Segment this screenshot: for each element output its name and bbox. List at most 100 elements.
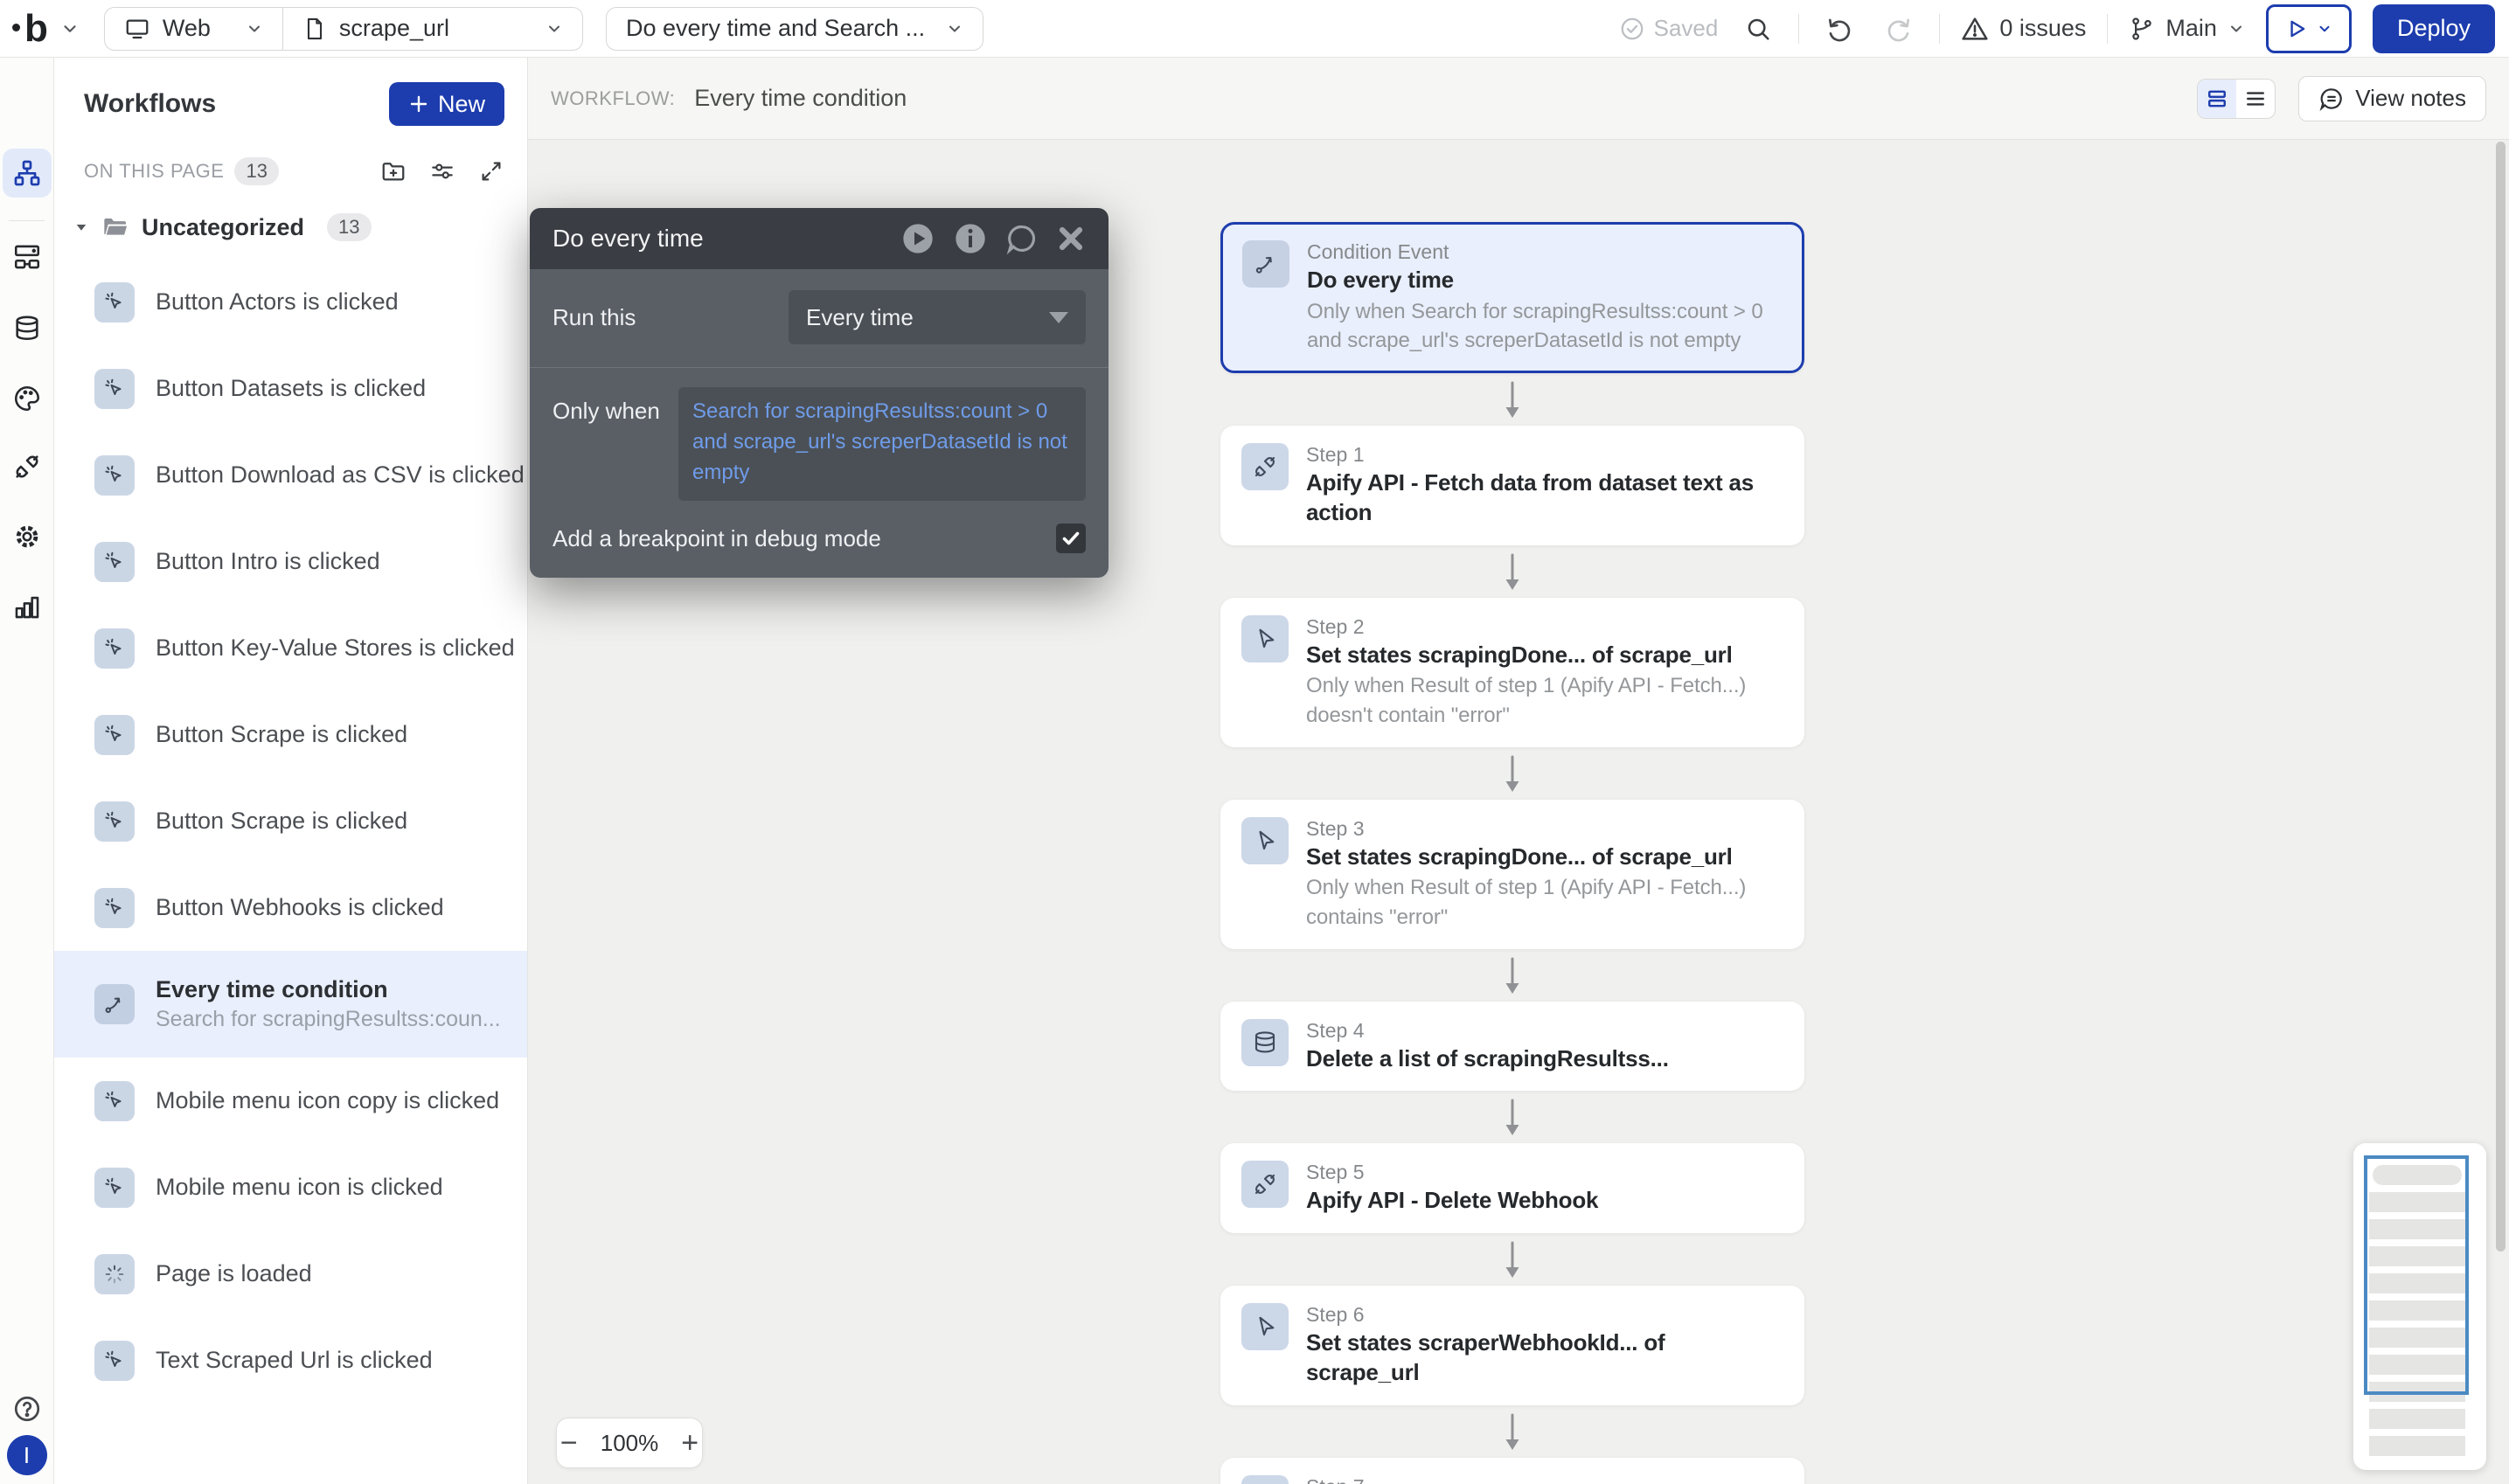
cursor-click-icon (102, 1349, 127, 1373)
card-view-toggle[interactable] (2198, 80, 2236, 118)
workflow-item-title: Button Datasets is clicked (156, 375, 426, 402)
cursor-click-icon (102, 550, 127, 574)
minimap[interactable] (2353, 1143, 2486, 1470)
info-button[interactable] (953, 221, 988, 256)
folder-uncategorized[interactable]: Uncategorized 13 (54, 185, 527, 241)
undo-button[interactable] (1820, 10, 1859, 48)
run-event-button[interactable] (900, 221, 935, 256)
search-button[interactable] (1739, 10, 1777, 48)
breakpoint-label: Add a breakpoint in debug mode (553, 525, 881, 552)
cursor-click-icon (102, 463, 127, 488)
add-folder-button[interactable] (380, 158, 407, 184)
reusable-elements-tab[interactable] (8, 238, 46, 276)
divider (2107, 14, 2108, 44)
minimap-viewport[interactable] (2364, 1155, 2469, 1395)
save-status-label: Saved (1654, 15, 1719, 42)
step-icon (1241, 615, 1289, 662)
workflow-list-item[interactable]: Button Key-Value Stores is clicked (54, 605, 527, 691)
step-title: Apify API - Fetch data from dataset text… (1306, 468, 1783, 528)
step-label: Step 3 (1306, 817, 1783, 841)
workflow-item-icon (94, 888, 135, 928)
workflow-list-item[interactable]: Button Scrape is clicked (54, 778, 527, 864)
step-card[interactable]: Step 3 Set states scrapingDone... of scr… (1220, 800, 1804, 949)
workflow-list-item[interactable]: Every time condition Search for scraping… (54, 951, 527, 1058)
workflow-list-item[interactable]: Button Webhooks is clicked (54, 864, 527, 951)
workflow-item-title: Button Key-Value Stores is clicked (156, 635, 515, 662)
step-description: Only when Result of step 1 (Apify API - … (1306, 671, 1783, 729)
chevron-down-icon (2317, 21, 2332, 37)
step-label: Step 5 (1306, 1161, 1598, 1184)
filter-button[interactable] (429, 158, 455, 184)
help-button[interactable] (8, 1390, 46, 1428)
event-kind: Condition Event (1307, 240, 1783, 264)
run-this-select[interactable]: Every time (789, 290, 1086, 344)
bubble-logo-menu[interactable]: b (12, 10, 80, 48)
close-button[interactable] (1056, 224, 1086, 253)
question-circle-icon (11, 1393, 43, 1425)
workflow-list-item[interactable]: Button Datasets is clicked (54, 345, 527, 432)
step-card[interactable]: Step 2 Set states scrapingDone... of scr… (1220, 598, 1804, 747)
plugins-tab[interactable] (8, 447, 46, 486)
canvas-scrollbar[interactable] (2496, 142, 2506, 1252)
gear-icon (12, 522, 42, 551)
step-card[interactable]: Step 4 Delete a list of scrapingResultss… (1220, 1002, 1804, 1092)
redo-button[interactable] (1880, 10, 1918, 48)
workflow-list-item[interactable]: Button Intro is clicked (54, 518, 527, 605)
only-when-expression[interactable]: Search for scrapingResultss:count > 0 an… (678, 387, 1086, 501)
page-dropdown[interactable]: scrape_url (283, 8, 582, 50)
dialog-title: Do every time (553, 225, 704, 253)
database-icon (1252, 1030, 1278, 1056)
cursor-click-icon (102, 1175, 127, 1200)
workflow-list-item[interactable]: Button Actors is clicked (54, 259, 527, 345)
list-view-toggle[interactable] (2236, 80, 2275, 118)
avatar[interactable]: I (7, 1435, 47, 1475)
canvas-header: WORKFLOW: Every time condition View note… (528, 58, 2509, 140)
platform-dropdown[interactable]: Web (105, 8, 282, 50)
workflow-list-item[interactable]: Page is loaded (54, 1231, 527, 1317)
step-card[interactable]: Step 5 Apify API - Delete Webhook (1220, 1143, 1804, 1233)
new-workflow-button[interactable]: New (389, 82, 504, 126)
logs-tab[interactable] (8, 587, 46, 626)
chevron-down-icon (246, 20, 263, 38)
workflow-item-icon (94, 1341, 135, 1381)
cursor-icon (1252, 828, 1278, 854)
workflow-item-icon (94, 455, 135, 496)
workflow-list-item[interactable]: Button Scrape is clicked (54, 691, 527, 778)
cursor-click-icon (102, 636, 127, 661)
step-card[interactable]: Step 1 Apify API - Fetch data from datas… (1220, 426, 1804, 545)
branch-selector[interactable]: Main (2129, 15, 2245, 42)
workflow-selector-dropdown[interactable]: Do every time and Search ... (606, 7, 983, 51)
breakpoint-checkbox[interactable] (1056, 524, 1086, 553)
workflow-list-item[interactable]: Mobile menu icon copy is clicked (54, 1058, 527, 1144)
close-icon (1056, 224, 1086, 253)
flow-arrow-icon (1220, 551, 1804, 592)
workflow-list-item[interactable]: Text Scraped Url is clicked (54, 1317, 527, 1404)
zoom-in-button[interactable]: + (679, 1428, 700, 1458)
view-notes-button[interactable]: View notes (2298, 76, 2486, 121)
flow-arrow-icon (1220, 955, 1804, 995)
settings-tab[interactable] (8, 517, 46, 556)
flow-arrow-icon (1220, 753, 1804, 794)
workflow-item-icon (94, 801, 135, 842)
condition-event-card[interactable]: Condition Event Do every time Only when … (1220, 222, 1804, 373)
step-title: Set states scrapingDone... of scrape_url (1306, 641, 1783, 670)
workflow-item-icon (94, 628, 135, 669)
divider (1939, 14, 1940, 44)
folder-open-icon (101, 213, 129, 241)
zoom-out-button[interactable]: − (559, 1428, 580, 1458)
dialog-header[interactable]: Do every time (530, 208, 1109, 269)
step-label: Step 4 (1306, 1019, 1669, 1043)
expand-button[interactable] (478, 158, 504, 184)
workflow-tab[interactable] (3, 149, 52, 198)
issues-indicator[interactable]: 0 issues (1961, 15, 2086, 43)
deploy-button[interactable]: Deploy (2373, 4, 2495, 53)
plug-icon (1252, 454, 1278, 480)
styles-tab[interactable] (8, 379, 46, 418)
workflow-list-item[interactable]: Mobile menu icon is clicked (54, 1144, 527, 1231)
workflow-list-item[interactable]: Button Download as CSV is clicked (54, 432, 527, 518)
step-card[interactable]: Step 7 Hide loading_circle (1220, 1458, 1804, 1484)
step-card[interactable]: Step 6 Set states scraperWebhookId... of… (1220, 1286, 1804, 1405)
comment-button[interactable] (1005, 222, 1039, 255)
run-preview-button[interactable] (2266, 4, 2352, 53)
data-tab[interactable] (8, 309, 46, 348)
